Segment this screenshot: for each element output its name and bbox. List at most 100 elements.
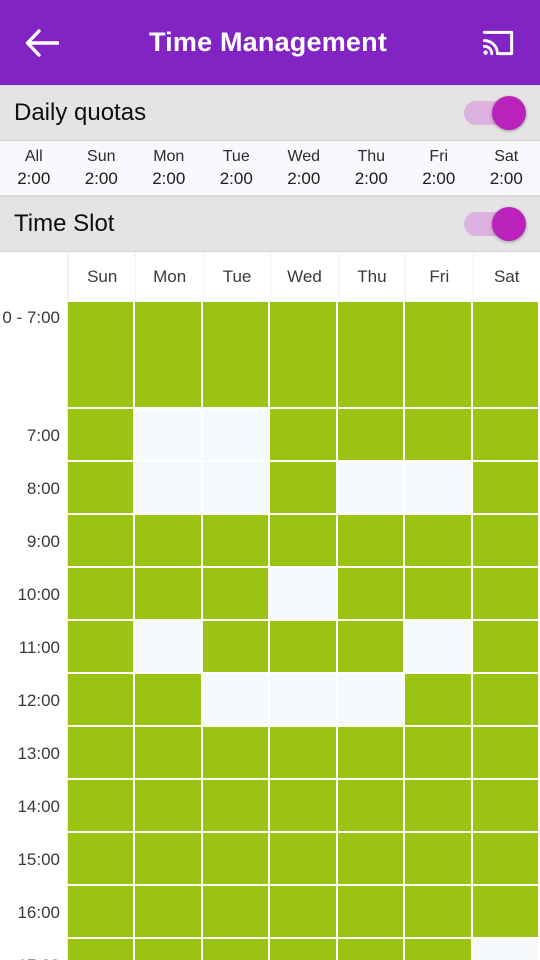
back-arrow-icon[interactable]	[18, 19, 66, 67]
quota-cell-sat[interactable]: Sat 2:00	[473, 141, 540, 195]
grid-cell-sun-7_00[interactable]	[68, 409, 136, 462]
grid-cell-thu-16_00[interactable]	[337, 886, 406, 939]
grid-cell-mon-15_00[interactable]	[135, 833, 203, 886]
grid-cell-fri-12_00[interactable]	[405, 674, 473, 727]
grid-cell-thu-10_00[interactable]	[337, 568, 406, 621]
grid-cell-sun-11_00[interactable]	[68, 621, 136, 674]
grid-cell-sat-13_00[interactable]	[472, 727, 540, 780]
grid-cell-sun-17_00[interactable]	[68, 939, 136, 960]
grid-cell-wed-9_00[interactable]	[270, 515, 338, 568]
grid-cell-tue-17_00[interactable]	[202, 939, 271, 960]
grid-cell-thu-12_00[interactable]	[337, 674, 406, 727]
quota-cell-tue[interactable]: Tue 2:00	[203, 141, 271, 195]
grid-cell-wed-10_00[interactable]	[270, 568, 338, 621]
grid-cell-fri-7_00[interactable]	[405, 409, 473, 462]
grid-cell-sun-12_00[interactable]	[68, 674, 136, 727]
grid-cell-sun-14_00[interactable]	[68, 780, 136, 833]
quota-cell-wed[interactable]: Wed 2:00	[270, 141, 338, 195]
grid-cell-wed-7_00[interactable]	[270, 409, 338, 462]
grid-cell-tue-11_00[interactable]	[202, 621, 271, 674]
quota-cell-sun[interactable]: Sun 2:00	[68, 141, 136, 195]
grid-cell-fri-8_00[interactable]	[405, 462, 473, 515]
grid-cell-sun-9_00[interactable]	[68, 515, 136, 568]
grid-cell-wed-0___7_00[interactable]	[270, 302, 338, 409]
grid-cell-wed-8_00[interactable]	[270, 462, 338, 515]
grid-cell-tue-13_00[interactable]	[202, 727, 271, 780]
grid-cell-fri-15_00[interactable]	[405, 833, 473, 886]
grid-cell-sun-8_00[interactable]	[68, 462, 136, 515]
grid-cell-tue-10_00[interactable]	[202, 568, 271, 621]
grid-cell-mon-14_00[interactable]	[135, 780, 203, 833]
grid-cell-mon-12_00[interactable]	[135, 674, 203, 727]
quota-cell-thu[interactable]: Thu 2:00	[338, 141, 406, 195]
grid-cell-mon-11_00[interactable]	[135, 621, 203, 674]
grid-cell-mon-9_00[interactable]	[135, 515, 203, 568]
grid-cell-tue-14_00[interactable]	[202, 780, 271, 833]
time-slot-toggle[interactable]	[464, 207, 526, 241]
grid-cell-fri-17_00[interactable]	[405, 939, 473, 960]
quota-cell-all[interactable]: All 2:00	[0, 141, 68, 195]
grid-cell-thu-11_00[interactable]	[337, 621, 406, 674]
cast-icon[interactable]	[474, 19, 522, 67]
grid-cell-wed-14_00[interactable]	[270, 780, 338, 833]
grid-cell-fri-13_00[interactable]	[405, 727, 473, 780]
grid-cell-sat-0___7_00[interactable]	[472, 302, 540, 409]
grid-cell-sat-14_00[interactable]	[472, 780, 540, 833]
grid-cell-mon-8_00[interactable]	[135, 462, 203, 515]
grid-cell-sat-16_00[interactable]	[472, 886, 540, 939]
grid-cell-wed-16_00[interactable]	[270, 886, 338, 939]
grid-cell-sun-0___7_00[interactable]	[68, 302, 136, 409]
grid-cell-tue-15_00[interactable]	[202, 833, 271, 886]
grid-cell-mon-17_00[interactable]	[135, 939, 203, 960]
grid-cell-wed-11_00[interactable]	[270, 621, 338, 674]
grid-cell-thu-8_00[interactable]	[337, 462, 406, 515]
grid-cell-thu-9_00[interactable]	[337, 515, 406, 568]
grid-day-header-fri[interactable]: Fri	[405, 252, 472, 302]
grid-cell-thu-15_00[interactable]	[337, 833, 406, 886]
grid-cell-mon-16_00[interactable]	[135, 886, 203, 939]
grid-day-header-sun[interactable]: Sun	[68, 252, 135, 302]
grid-cell-sun-16_00[interactable]	[68, 886, 136, 939]
grid-cell-sat-17_00[interactable]	[472, 939, 540, 960]
grid-cell-thu-13_00[interactable]	[337, 727, 406, 780]
grid-cell-sun-13_00[interactable]	[68, 727, 136, 780]
grid-cell-fri-9_00[interactable]	[405, 515, 473, 568]
quota-cell-fri[interactable]: Fri 2:00	[405, 141, 473, 195]
grid-cell-wed-13_00[interactable]	[270, 727, 338, 780]
grid-cell-thu-14_00[interactable]	[337, 780, 406, 833]
grid-cell-sun-15_00[interactable]	[68, 833, 136, 886]
grid-cell-fri-0___7_00[interactable]	[405, 302, 473, 409]
grid-cell-wed-12_00[interactable]	[270, 674, 338, 727]
grid-day-header-tue[interactable]: Tue	[202, 252, 270, 302]
grid-cell-sat-15_00[interactable]	[472, 833, 540, 886]
daily-quotas-toggle[interactable]	[464, 96, 526, 130]
grid-cell-mon-0___7_00[interactable]	[135, 302, 203, 409]
grid-cell-sat-12_00[interactable]	[472, 674, 540, 727]
grid-cell-thu-7_00[interactable]	[337, 409, 406, 462]
grid-cell-tue-0___7_00[interactable]	[202, 302, 271, 409]
grid-cell-tue-7_00[interactable]	[202, 409, 271, 462]
grid-cell-thu-17_00[interactable]	[337, 939, 406, 960]
grid-cell-thu-0___7_00[interactable]	[337, 302, 406, 409]
grid-day-header-sat[interactable]: Sat	[472, 252, 540, 302]
grid-cell-sat-9_00[interactable]	[472, 515, 540, 568]
grid-cell-tue-12_00[interactable]	[202, 674, 271, 727]
grid-cell-fri-16_00[interactable]	[405, 886, 473, 939]
grid-cell-fri-10_00[interactable]	[405, 568, 473, 621]
grid-cell-tue-8_00[interactable]	[202, 462, 271, 515]
grid-cell-wed-17_00[interactable]	[270, 939, 338, 960]
grid-cell-wed-15_00[interactable]	[270, 833, 338, 886]
grid-cell-fri-14_00[interactable]	[405, 780, 473, 833]
grid-cell-mon-13_00[interactable]	[135, 727, 203, 780]
grid-cell-sat-7_00[interactable]	[472, 409, 540, 462]
grid-cell-mon-7_00[interactable]	[135, 409, 203, 462]
grid-cell-sun-10_00[interactable]	[68, 568, 136, 621]
grid-cell-mon-10_00[interactable]	[135, 568, 203, 621]
grid-cell-tue-16_00[interactable]	[202, 886, 271, 939]
grid-day-header-wed[interactable]: Wed	[270, 252, 337, 302]
grid-day-header-thu[interactable]: Thu	[337, 252, 405, 302]
grid-day-header-mon[interactable]: Mon	[135, 252, 202, 302]
grid-cell-sat-10_00[interactable]	[472, 568, 540, 621]
grid-cell-tue-9_00[interactable]	[202, 515, 271, 568]
grid-cell-sat-8_00[interactable]	[472, 462, 540, 515]
